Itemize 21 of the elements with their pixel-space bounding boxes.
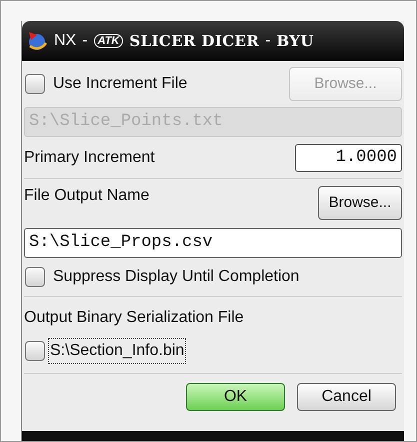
cancel-button[interactable]: Cancel — [297, 383, 396, 411]
window-title: - — [82, 31, 88, 51]
checkbox[interactable] — [25, 341, 45, 361]
checkbox-label: Suppress Display Until Completion — [53, 267, 300, 287]
window-title: NX — [54, 31, 76, 51]
browse-button[interactable]: Browse... — [318, 186, 402, 220]
ok-button[interactable]: OK — [186, 383, 285, 411]
field-label: Primary Increment — [24, 148, 155, 168]
field-label: File Output Name — [24, 186, 150, 206]
output-file-field[interactable]: S:\Slice_Props.csv — [24, 228, 402, 258]
window-title: SLICER DICER — [129, 30, 260, 52]
app-logo-icon — [26, 30, 48, 52]
window-title: BYU — [276, 30, 314, 52]
increment-field[interactable]: 1.0000 — [295, 144, 402, 172]
window-title: ATK — [94, 34, 124, 48]
checkbox[interactable] — [25, 267, 45, 287]
section-label: Output Binary Serialization File — [24, 308, 245, 328]
window-title: - — [265, 31, 271, 51]
checkbox-label: S:\Section_Info.bin — [48, 338, 186, 364]
checkbox[interactable] — [25, 74, 45, 94]
checkbox-label: Use Increment File — [53, 74, 188, 94]
